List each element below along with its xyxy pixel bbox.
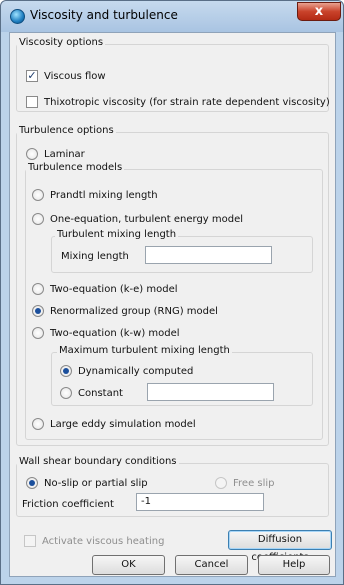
two-eq-ke-label: Two-equation (k-e) model [50, 283, 178, 295]
friction-coefficient-input[interactable]: -1 [136, 493, 264, 511]
turbulence-models-label: Turbulence models [26, 162, 125, 173]
viscous-heating-checkbox-row[interactable]: Activate viscous heating [24, 534, 164, 548]
turbulent-mixing-length-label: Turbulent mixing length [55, 229, 179, 240]
viscous-flow-checkbox-row[interactable]: ✓ Viscous flow [26, 69, 106, 83]
viscous-heating-checkbox[interactable] [24, 535, 36, 547]
two-eq-kw-radio-row[interactable]: Two-equation (k-w) model [32, 326, 180, 340]
dynamically-computed-radio-row[interactable]: Dynamically computed [60, 364, 193, 378]
viscous-flow-label: Viscous flow [44, 70, 106, 82]
laminar-label: Laminar [44, 148, 85, 160]
thixotropic-label: Thixotropic viscosity (for strain rate d… [44, 96, 330, 108]
viscous-flow-checkbox[interactable]: ✓ [26, 70, 38, 82]
dynamically-computed-label: Dynamically computed [78, 365, 194, 377]
no-slip-radio-row[interactable]: No-slip or partial slip [26, 476, 148, 490]
thixotropic-checkbox[interactable] [26, 96, 38, 108]
one-equation-radio-row[interactable]: One-equation, turbulent energy model [32, 212, 243, 226]
free-slip-label: Free slip [233, 477, 275, 489]
one-equation-label: One-equation, turbulent energy model [50, 213, 244, 225]
constant-radio[interactable] [60, 387, 72, 399]
free-slip-radio[interactable] [215, 477, 227, 489]
les-radio[interactable] [32, 418, 44, 430]
free-slip-radio-row[interactable]: Free slip [215, 476, 275, 490]
dialog-window: Viscosity and turbulence x Viscosity opt… [0, 0, 344, 585]
mixing-length-input[interactable] [145, 246, 272, 264]
les-label: Large eddy simulation model [50, 418, 196, 430]
thixotropic-checkbox-row[interactable]: Thixotropic viscosity (for strain rate d… [26, 95, 330, 109]
max-mixing-length-label: Maximum turbulent mixing length [57, 345, 232, 356]
dialog-client: Viscosity options ✓ Viscous flow Thixotr… [9, 32, 336, 577]
close-button[interactable]: x [297, 2, 341, 21]
laminar-radio[interactable] [26, 148, 38, 160]
friction-coefficient-label: Friction coefficient [22, 499, 114, 510]
constant-radio-row[interactable]: Constant [60, 386, 123, 400]
one-equation-radio[interactable] [32, 213, 44, 225]
prandtl-radio-row[interactable]: Prandtl mixing length [32, 188, 158, 202]
wall-shear-label: Wall shear boundary conditions [17, 456, 179, 467]
ok-button[interactable]: OK [92, 555, 165, 575]
rng-radio[interactable] [32, 305, 44, 317]
help-button[interactable]: Help [258, 555, 330, 575]
prandtl-label: Prandtl mixing length [50, 189, 158, 201]
constant-label: Constant [78, 387, 123, 399]
no-slip-radio[interactable] [26, 477, 38, 489]
no-slip-label: No-slip or partial slip [44, 477, 148, 489]
two-eq-kw-radio[interactable] [32, 327, 44, 339]
rng-label: Renormalized group (RNG) model [50, 305, 218, 317]
viscous-heating-label: Activate viscous heating [42, 535, 165, 547]
window-title: Viscosity and turbulence [30, 8, 178, 22]
two-eq-kw-label: Two-equation (k-w) model [50, 327, 180, 339]
laminar-radio-row[interactable]: Laminar [26, 147, 85, 161]
viscosity-options-label: Viscosity options [17, 37, 106, 48]
rng-radio-row[interactable]: Renormalized group (RNG) model [32, 304, 218, 318]
dynamically-computed-radio[interactable] [60, 365, 72, 377]
constant-input[interactable] [147, 383, 274, 401]
prandtl-radio[interactable] [32, 189, 44, 201]
app-icon [10, 9, 25, 24]
diffusion-coefficients-button[interactable]: Diffusion coefficients [228, 530, 332, 563]
les-radio-row[interactable]: Large eddy simulation model [32, 417, 196, 431]
title-bar[interactable]: Viscosity and turbulence x [1, 1, 343, 32]
cancel-button[interactable]: Cancel [175, 555, 248, 575]
two-eq-ke-radio-row[interactable]: Two-equation (k-e) model [32, 282, 178, 296]
turbulence-options-label: Turbulence options [17, 125, 116, 136]
close-icon: x [314, 4, 324, 19]
mixing-length-label: Mixing length [61, 251, 129, 262]
two-eq-ke-radio[interactable] [32, 283, 44, 295]
